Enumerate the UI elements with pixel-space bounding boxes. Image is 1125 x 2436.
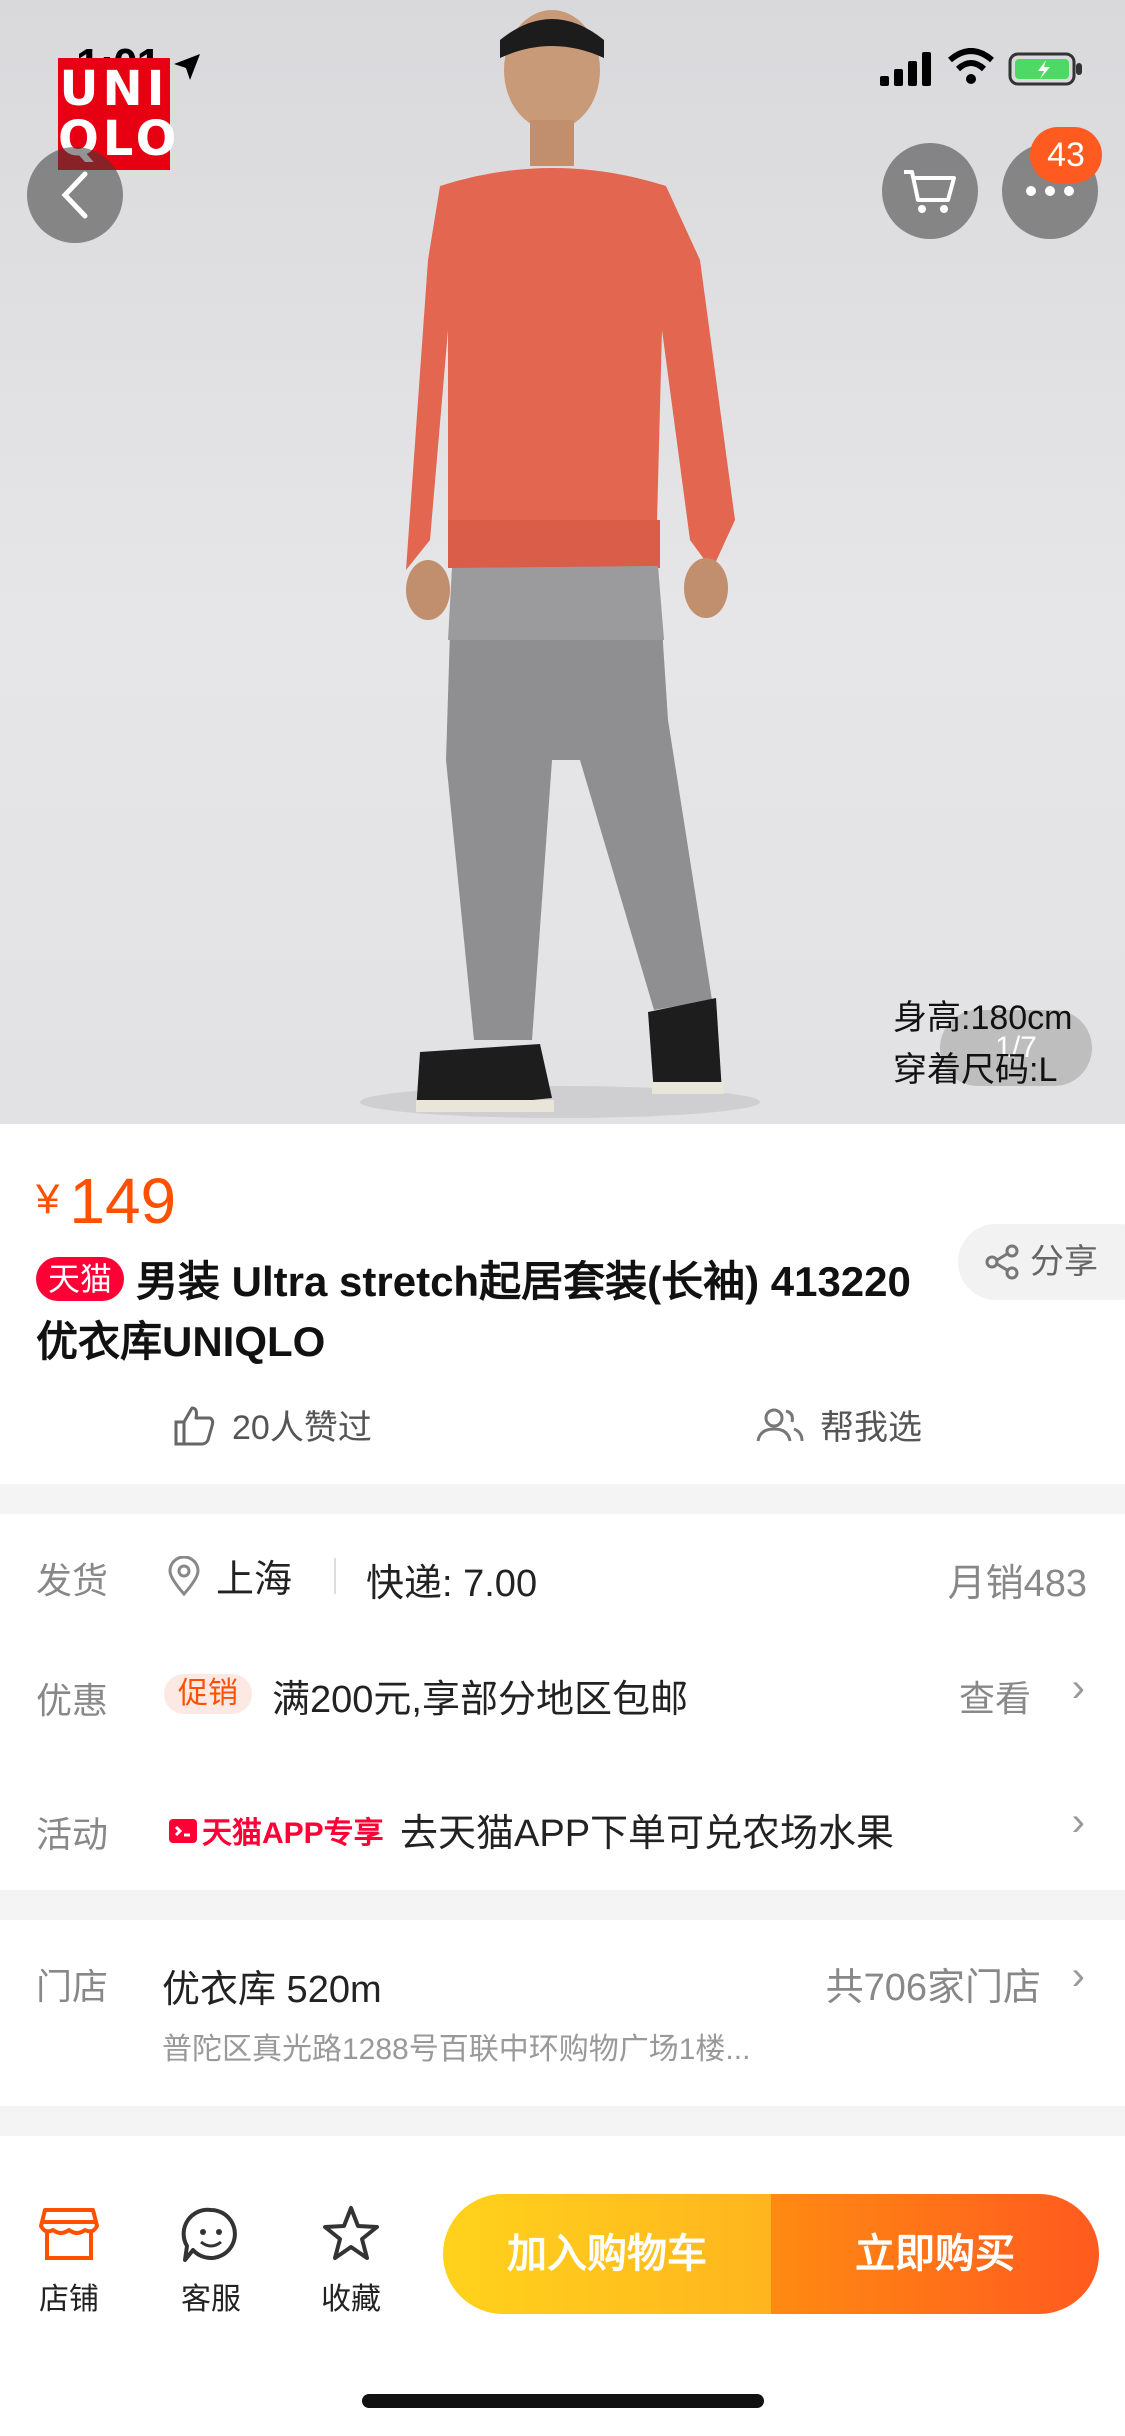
location-arrow-icon	[174, 54, 200, 80]
tmall-icon	[169, 1819, 197, 1843]
chevron-left-icon	[61, 171, 88, 219]
promo-text: 满200元,享部分地区包邮	[272, 1679, 688, 1721]
store-label: 门店	[36, 1966, 109, 2007]
promo-view-link[interactable]: 查看	[959, 1670, 1031, 1722]
divider	[334, 1558, 336, 1594]
home-indicator[interactable]	[362, 2394, 764, 2408]
help-label: 帮我选	[820, 1409, 922, 1447]
likes-label: 20人赞过	[232, 1409, 372, 1447]
tab-favorite[interactable]: 收藏	[296, 2202, 406, 2318]
price: ¥149	[36, 1164, 176, 1238]
purchase-buttons: 加入购物车 立即购买	[443, 2194, 1099, 2314]
monthly-sales: 月销483	[947, 1563, 1087, 1605]
tab-service[interactable]: 客服	[156, 2202, 266, 2318]
customer-service-icon	[181, 2207, 237, 2262]
activity-text: 去天猫APP下单可兑农场水果	[400, 1813, 895, 1855]
tmall-tag: 天猫	[36, 1257, 125, 1301]
store-address: 普陀区真光路1288号百联中环购物广场1楼...	[162, 2033, 751, 2066]
share-icon	[985, 1244, 1019, 1280]
location-pin-icon	[168, 1555, 200, 1596]
likes-button[interactable]: 20人赞过	[172, 1400, 372, 1449]
promo-label: 优惠	[36, 1680, 109, 1721]
back-button[interactable]	[27, 147, 123, 243]
add-to-cart-button[interactable]: 加入购物车	[443, 2194, 771, 2314]
product-title-text: 男装 Ultra stretch起居套装(长袖) 413220 优衣库UNIQL…	[36, 1258, 911, 1365]
activity-label: 活动	[36, 1814, 109, 1855]
star-icon	[323, 2206, 379, 2260]
share-button[interactable]: 分享	[958, 1224, 1125, 1300]
promo-tag: 促销	[164, 1674, 252, 1714]
cellular-signal-icon	[880, 52, 931, 86]
product-title: 天猫 男装 Ultra stretch起居套装(长袖) 413220 优衣库UNI…	[36, 1252, 916, 1372]
shipping-label: 发货	[36, 1560, 109, 1601]
model-size: 穿着尺码:L	[893, 1051, 1058, 1089]
more-dots-icon	[1026, 186, 1074, 196]
currency-symbol: ¥	[36, 1175, 60, 1222]
cart-count-badge: 43	[1030, 127, 1102, 183]
thumbs-up-icon	[174, 1406, 215, 1445]
model-info: 身高:180cm 穿着尺码:L	[893, 992, 1073, 1096]
store-icon	[39, 2208, 99, 2260]
users-icon	[756, 1408, 804, 1441]
tab-service-label: 客服	[181, 2283, 241, 2316]
chevron-right-icon: ›	[1071, 1800, 1085, 1844]
ship-origin: 上海	[168, 1548, 292, 1603]
cart-button[interactable]	[882, 143, 978, 239]
help-me-choose-button[interactable]: 帮我选	[756, 1400, 922, 1449]
product-image-gallery[interactable]: 1:01 UNI QLO	[0, 0, 1125, 1124]
battery-icon	[1008, 52, 1082, 86]
tab-store[interactable]: 店铺	[14, 2202, 124, 2318]
cart-icon	[904, 170, 956, 213]
shipping-card: 发货 上海 快递: 7.00 月销483 优惠 促销 满200元,享部分地区包邮…	[0, 1514, 1125, 1890]
shipping-fee: 快递: 7.00	[366, 1563, 538, 1605]
buy-now-button[interactable]: 立即购买	[771, 2194, 1099, 2314]
bottom-action-bar: 店铺 客服 收藏 加入购物车 立即购买	[0, 2136, 1125, 2436]
price-value: 149	[69, 1165, 177, 1237]
tab-store-label: 店铺	[39, 2283, 99, 2316]
share-label: 分享	[1030, 1243, 1098, 1281]
tmall-app-tag-text: 天猫APP专享	[202, 1817, 384, 1850]
tmall-app-tag: 天猫APP专享	[168, 1808, 384, 1852]
chevron-right-icon: ›	[1071, 1666, 1085, 1710]
ship-origin-text: 上海	[216, 1559, 293, 1601]
wifi-icon	[948, 48, 994, 84]
tab-favorite-label: 收藏	[321, 2283, 381, 2316]
model-height: 身高:180cm	[893, 999, 1073, 1037]
store-card[interactable]: 门店 优衣库 520m 共706家门店 › 普陀区真光路1288号百联中环购物广…	[0, 1920, 1125, 2106]
store-count: 共706家门店	[825, 1967, 1041, 2009]
store-name: 优衣库 520m	[162, 1969, 382, 2011]
chevron-right-icon: ›	[1071, 1954, 1085, 1998]
product-info-card: ¥149 天猫 男装 Ultra stretch起居套装(长袖) 413220 优…	[0, 1124, 1125, 1484]
